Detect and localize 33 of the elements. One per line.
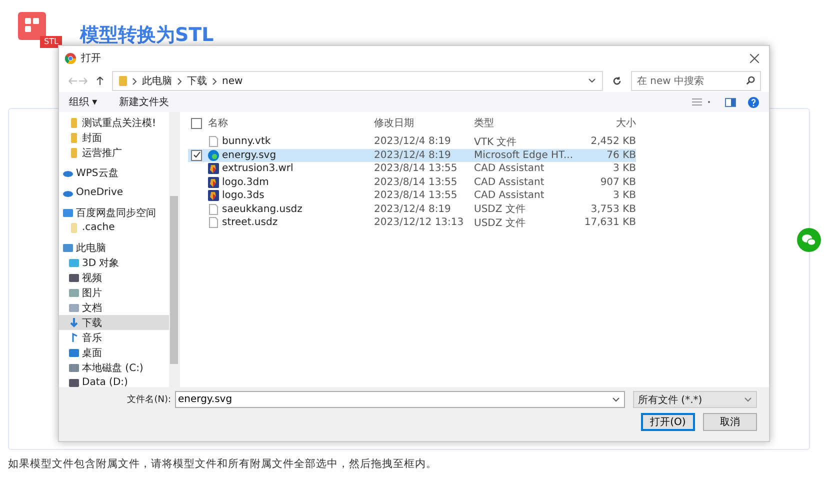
file-date: 2023/12/4 8:19 (374, 150, 452, 161)
file-name: bunny.vtk (222, 136, 271, 148)
file-date: 2023/8/14 13:55 (374, 190, 458, 202)
file-name: energy.svg (222, 150, 276, 161)
file-type: CAD Assistant (474, 163, 546, 174)
file-date: 2023/12/12 13:13 (374, 217, 465, 228)
file-size: 907 KB (599, 176, 636, 188)
file-type: CAD Assistant (474, 190, 546, 202)
file-name: saeukkang.usdz (222, 204, 302, 215)
file-type: CAD Assistant (474, 176, 546, 188)
filename-label: 文件名(N): (127, 394, 171, 406)
file-name: logo.3ds (222, 190, 264, 202)
file-name: logo.3dm (222, 176, 269, 188)
file-type: Microsoft Edge HT... (474, 150, 574, 161)
file-date: 2023/12/4 8:19 (374, 204, 452, 215)
file-size: 3,753 KB (590, 204, 636, 215)
instruction-text: 如果模型文件包含附属文件，请将模型文件和所有附属文件全部选中，然后拖拽至框内。 (8, 457, 437, 471)
file-size: 2,452 KB (590, 136, 636, 148)
file-size: 3 KB (612, 163, 636, 174)
file-type: VTK 文件 (474, 136, 518, 149)
stl-badge: STL (40, 36, 62, 48)
file-size: 76 KB (606, 150, 636, 161)
file-type: USDZ 文件 (474, 202, 526, 216)
file-type: USDZ 文件 (474, 216, 526, 230)
file-size: 17,631 KB (583, 217, 636, 228)
file-date: 2023/8/14 13:55 (374, 163, 458, 174)
file-name: street.usdz (222, 217, 278, 228)
file-date: 2023/12/4 8:19 (374, 136, 452, 148)
dialog-title: 打开 (81, 52, 101, 65)
file-date: 2023/8/14 13:55 (374, 176, 458, 188)
file-size: 3 KB (612, 190, 636, 202)
page-title: 模型转换为STL (80, 23, 214, 48)
file-name: extrusion3.wrl (222, 163, 294, 174)
